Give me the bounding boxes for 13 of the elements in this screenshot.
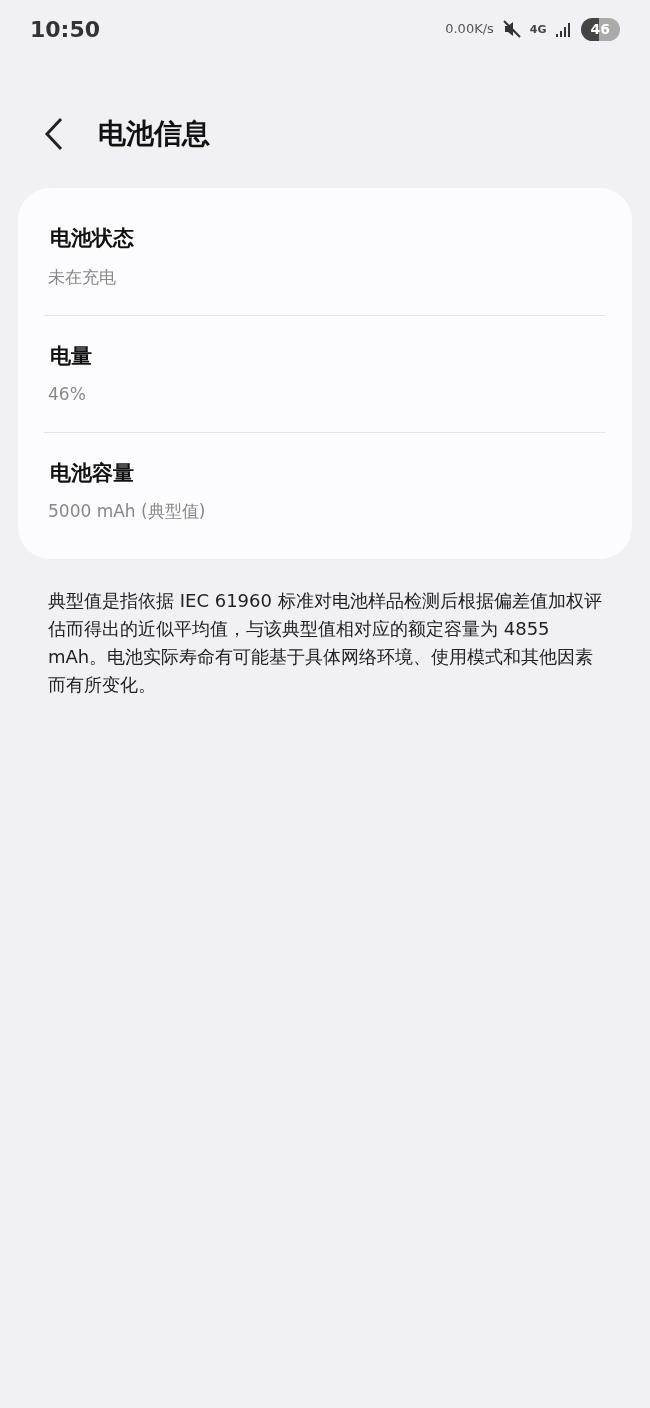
item-value: 46% (47, 383, 87, 406)
page-title: 电池信息 (98, 116, 210, 152)
item-value: 5000 mAh (典型值) (47, 500, 207, 523)
item-value: 未在充电 (47, 265, 117, 289)
mute-icon (501, 19, 522, 39)
signal-icon (554, 21, 573, 37)
item-label: 电量 (49, 342, 93, 370)
network-speed: 0.00K/s (445, 20, 494, 39)
item-label: 电池容量 (49, 459, 135, 487)
network-type: 4G (529, 23, 547, 35)
item-label: 电池状态 (49, 225, 135, 252)
status-time: 10:50 (30, 15, 101, 44)
note-text: 典型值是指依据 IEC 61960 标准对电池样品检测后根据偏差值加权评估而得出的近似平均值，与该典型值相对应的额定容量为 4855 mAh。电池实际寿命有可能基于具体网络环境、使用模式和其他因素而有所变化。 (48, 589, 602, 697)
